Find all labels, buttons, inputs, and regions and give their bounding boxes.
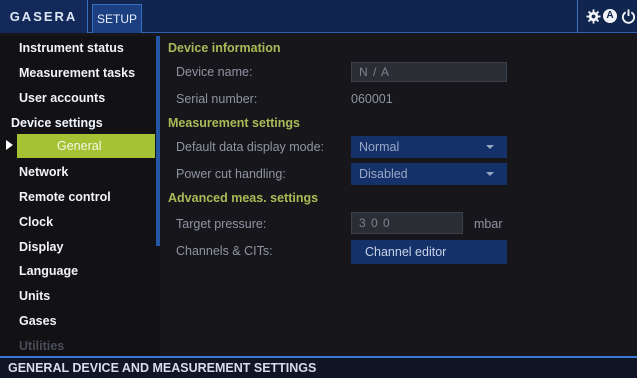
target-pressure-unit: mbar (474, 217, 503, 231)
sidebar-scrollbar[interactable] (156, 36, 160, 246)
tab-setup[interactable]: SETUP (92, 4, 142, 33)
sidebar-item-display[interactable]: Display (0, 235, 155, 259)
display-mode-dropdown[interactable]: Normal (351, 136, 507, 158)
chevron-down-icon (486, 145, 494, 149)
sidebar: Instrument status Measurement tasks User… (0, 36, 160, 356)
sidebar-item-network[interactable]: Network (0, 160, 155, 184)
sidebar-item-units[interactable]: Units (0, 284, 155, 308)
sidebar-item-instrument-status[interactable]: Instrument status (0, 36, 155, 60)
top-bar: GASERA SETUP A (0, 0, 637, 33)
gear-icon[interactable] (586, 9, 601, 24)
power-cut-dropdown[interactable]: Disabled (351, 163, 507, 185)
a-badge-label: A (603, 9, 617, 23)
a-badge-icon[interactable]: A (603, 9, 618, 24)
sidebar-item-remote-control[interactable]: Remote control (0, 185, 155, 209)
sidebar-item-language[interactable]: Language (0, 259, 155, 283)
section-advanced-settings: Advanced meas. settings (168, 191, 319, 205)
power-cut-label: Power cut handling: (176, 167, 286, 181)
channels-label: Channels & CITs: (176, 244, 273, 258)
target-pressure-label: Target pressure: (176, 217, 267, 231)
display-mode-label: Default data display mode: (176, 140, 325, 154)
brand-logo: GASERA (0, 0, 88, 33)
power-icon[interactable] (621, 9, 636, 24)
display-mode-value: Normal (359, 140, 400, 154)
sidebar-item-device-settings[interactable]: Device settings (0, 111, 155, 135)
sidebar-item-utilities[interactable]: Utilities (0, 334, 155, 358)
sidebar-item-measurement-tasks[interactable]: Measurement tasks (0, 61, 155, 85)
device-name-field[interactable]: N / A (351, 62, 507, 82)
serial-number-value: 060001 (351, 92, 393, 106)
channel-editor-button[interactable]: Channel editor (351, 240, 507, 264)
top-icons: A (577, 0, 637, 33)
target-pressure-field[interactable]: 3 0 0 (351, 212, 463, 234)
power-cut-value: Disabled (359, 167, 408, 181)
status-text: GENERAL DEVICE AND MEASUREMENT SETTINGS (8, 361, 317, 375)
section-measurement-settings: Measurement settings (168, 116, 300, 130)
device-name-label: Device name: (176, 65, 253, 79)
sidebar-item-general[interactable]: General (17, 134, 155, 158)
sidebar-item-gases[interactable]: Gases (0, 309, 155, 333)
selection-arrow-icon (6, 140, 13, 150)
sidebar-item-clock[interactable]: Clock (0, 210, 155, 234)
status-bar: GENERAL DEVICE AND MEASUREMENT SETTINGS (0, 356, 637, 378)
chevron-down-icon (486, 172, 494, 176)
sidebar-item-user-accounts[interactable]: User accounts (0, 86, 155, 110)
section-device-information: Device information (168, 41, 281, 55)
setup-screen: GASERA SETUP A Instrument status Measure… (0, 0, 637, 378)
serial-number-label: Serial number: (176, 92, 258, 106)
